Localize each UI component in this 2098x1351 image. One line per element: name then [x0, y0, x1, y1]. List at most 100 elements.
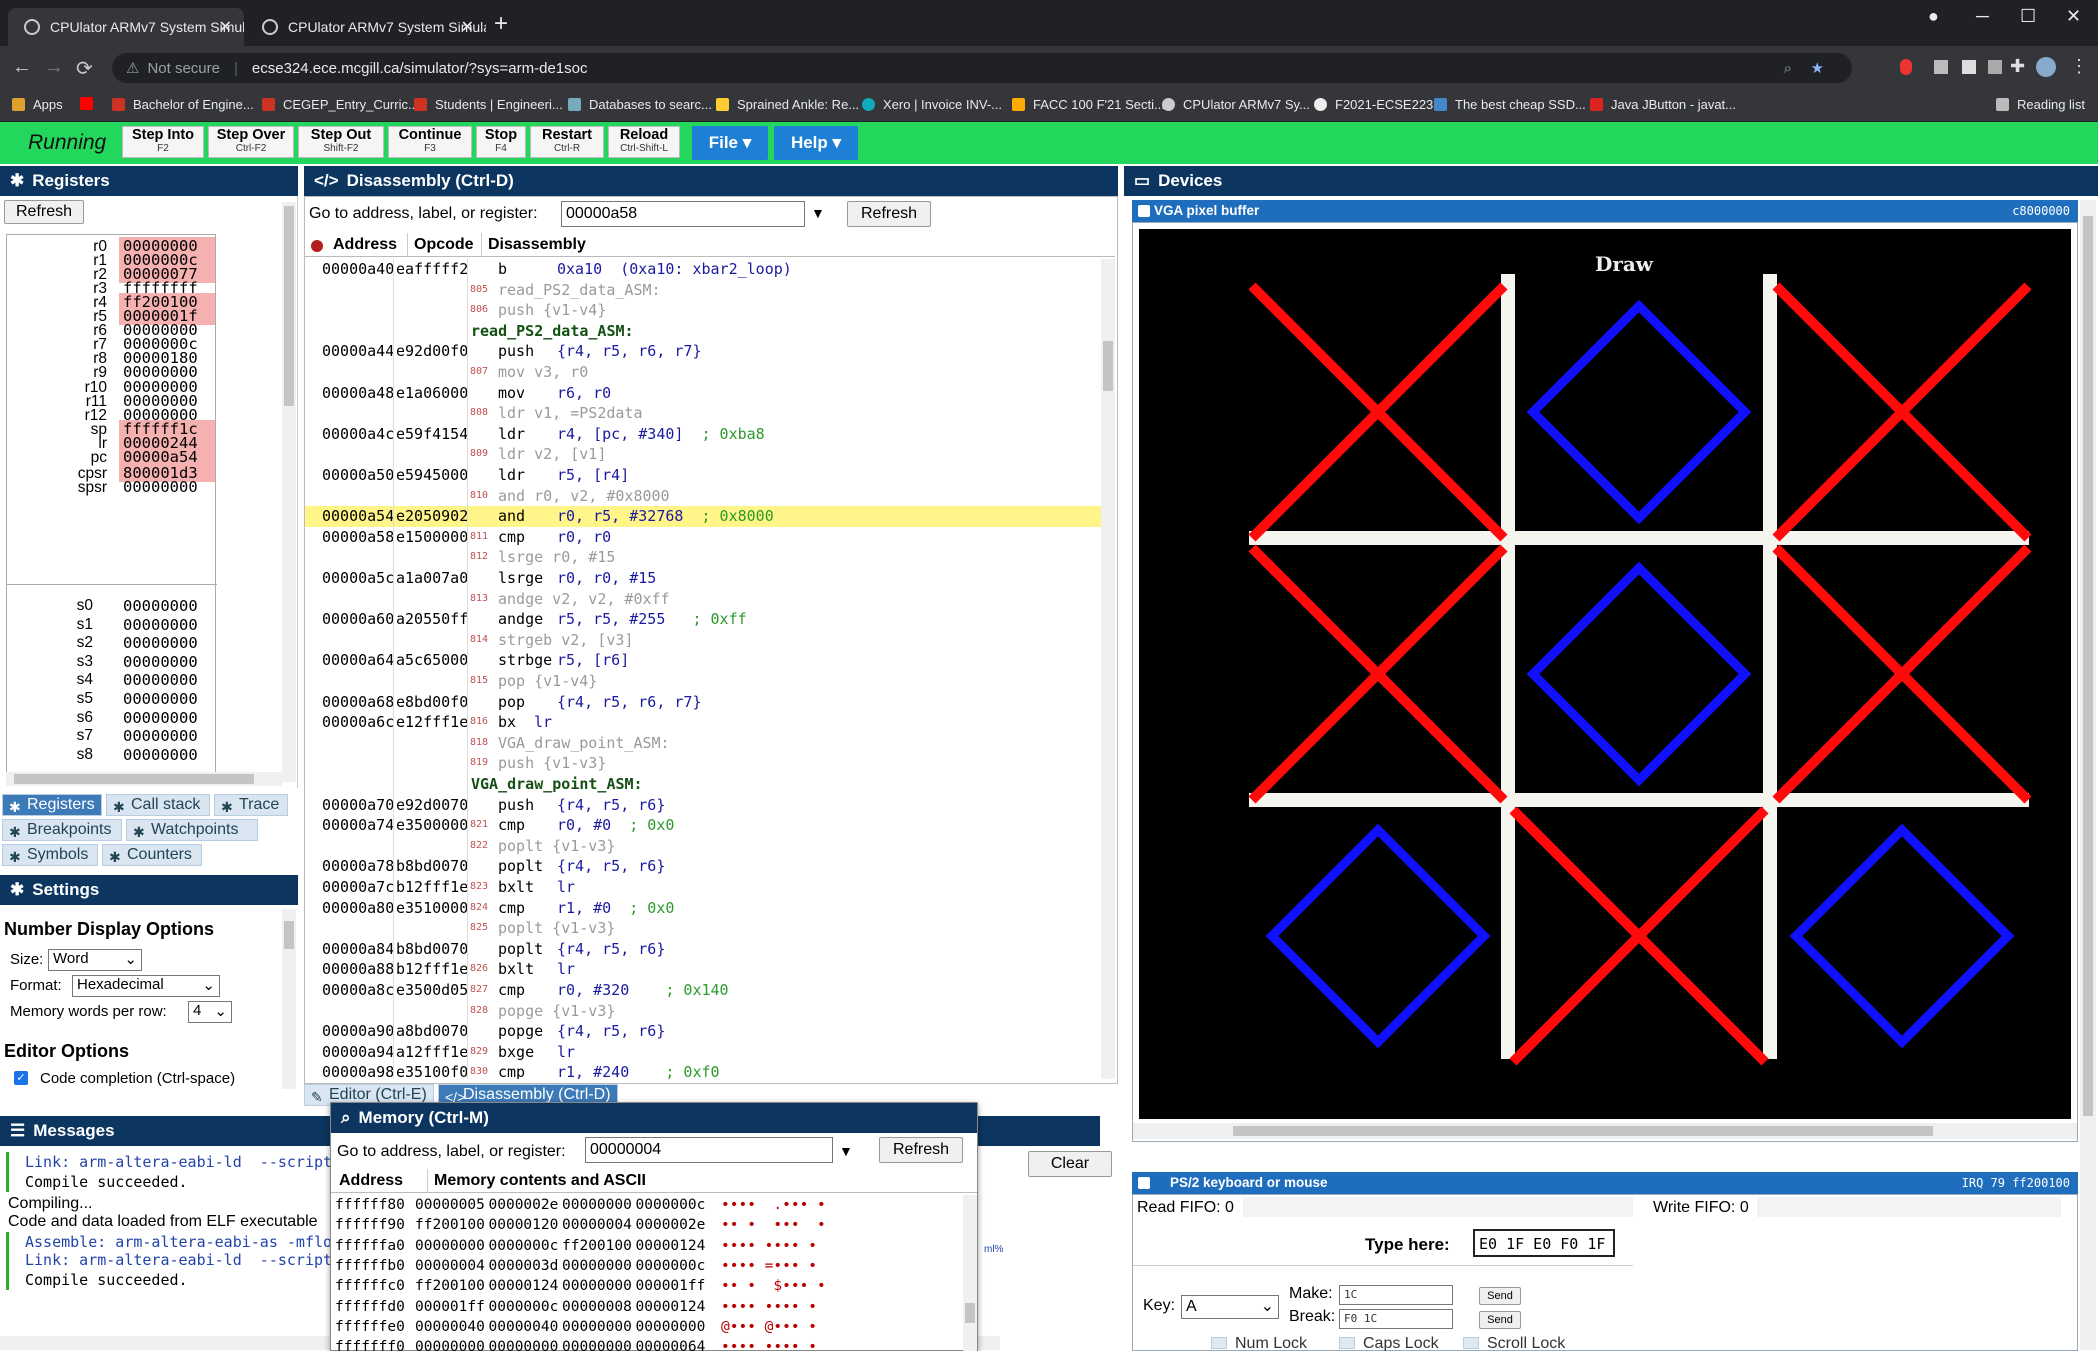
disasm-line[interactable]: 00000a64 a5c65000 strbge r5, [r6]: [305, 650, 1101, 671]
ps2-section-header[interactable]: PS/2 keyboard or mouse IRQ 79 ff200100: [1132, 1172, 2078, 1194]
zoom-icon[interactable]: ⌕: [1784, 60, 1792, 77]
tab-counters[interactable]: ✱ Counters: [102, 844, 202, 866]
close-tab-icon[interactable]: ✕: [219, 17, 232, 37]
memory-word[interactable]: 00000000: [562, 1317, 632, 1337]
memory-word[interactable]: 00000000: [562, 1337, 632, 1351]
memory-word[interactable]: 00000000: [562, 1256, 632, 1276]
breakpoint-icon[interactable]: [311, 240, 323, 252]
disasm-line[interactable]: 806 push {v1-v4}: [305, 300, 1101, 321]
bookmark[interactable]: Xero | Invoice INV-...: [862, 97, 1002, 112]
bookmark[interactable]: CEGEP_Entry_Curric...: [262, 97, 419, 112]
bookmark[interactable]: Sprained Ankle: Re...: [716, 97, 859, 112]
vga-section-header[interactable]: VGA pixel buffer c8000000: [1132, 200, 2078, 222]
memory-word[interactable]: 000001ff: [415, 1297, 485, 1317]
bookmark[interactable]: Databases to searc...: [568, 97, 712, 112]
disasm-line[interactable]: 00000a4c e59f4154 ldr r4, [pc, #340] ; 0xba…: [305, 424, 1101, 445]
step-into-button[interactable]: Step Into F2: [122, 126, 204, 158]
memory-word[interactable]: 00000008: [562, 1297, 632, 1317]
disasm-line[interactable]: 00000a6c e12fff1e 816 bx lr: [305, 712, 1101, 733]
memory-word[interactable]: ff200100: [415, 1276, 485, 1296]
disasm-line[interactable]: 00000a84 b8bd0070 poplt {r4, r5, r6}: [305, 939, 1101, 960]
disasm-line[interactable]: 00000a80 e3510000 824 cmp r1, #0 ; 0x0: [305, 898, 1101, 919]
memory-word[interactable]: 0000000c: [489, 1297, 559, 1317]
disasm-line[interactable]: 00000a60 a20550ff andge r5, r5, #255 ; 0xff: [305, 609, 1101, 630]
registers-scrollbar[interactable]: [282, 202, 296, 782]
disasm-refresh-button[interactable]: Refresh: [847, 201, 931, 227]
disasm-line[interactable]: 810 and r0, v2, #0x8000: [305, 486, 1101, 507]
bookmark-apps[interactable]: Apps: [12, 97, 63, 112]
extension-icon[interactable]: [1900, 59, 1912, 75]
register-value[interactable]: 00000000: [119, 478, 215, 496]
memory-refresh-button[interactable]: Refresh: [879, 1137, 963, 1163]
tab-breakpoints[interactable]: ✱ Breakpoints: [2, 819, 122, 841]
register-value[interactable]: 00000000: [119, 671, 215, 689]
back-icon[interactable]: ←: [12, 56, 32, 79]
menu-kebab-icon[interactable]: ⋮: [2070, 56, 2088, 77]
disasm-line[interactable]: 00000a78 b8bd0070 poplt {r4, r5, r6}: [305, 856, 1101, 877]
file-menu-button[interactable]: File ▾: [692, 126, 768, 160]
memory-word[interactable]: 00000005: [415, 1195, 485, 1215]
avatar[interactable]: [2036, 57, 2056, 77]
reload-icon[interactable]: ⟳: [76, 56, 93, 81]
forward-icon[interactable]: →: [44, 56, 64, 79]
break-send-button[interactable]: Send: [1479, 1311, 1521, 1329]
disasm-line[interactable]: VGA_draw_point_ASM:: [305, 774, 1101, 795]
bookmark[interactable]: [80, 97, 101, 110]
chevron-down-icon[interactable]: ▼: [811, 205, 825, 221]
disasm-line[interactable]: 00000a8c e3500d05 827 cmp r0, #320 ; 0x140: [305, 980, 1101, 1001]
disasm-line[interactable]: 00000a40 eafffff2 b 0xa10 (0xa10: xbar2_loo…: [305, 259, 1101, 280]
stop-button[interactable]: Stop F4: [476, 126, 526, 158]
memory-word[interactable]: 00000000: [415, 1337, 485, 1351]
memory-word[interactable]: 0000000c: [636, 1195, 706, 1215]
memory-panel-title[interactable]: ⌕ Memory (Ctrl-M): [331, 1103, 977, 1133]
disasm-scrollbar[interactable]: [1101, 259, 1115, 1079]
register-value[interactable]: 00000000: [119, 727, 215, 745]
bookmark[interactable]: The best cheap SSD...: [1434, 97, 1586, 112]
disasm-line[interactable]: 812 lsrge r0, #15: [305, 547, 1101, 568]
memory-word[interactable]: 00000000: [489, 1337, 559, 1351]
tab-symbols[interactable]: ✱ Symbols: [2, 844, 98, 866]
tab-watchpoints[interactable]: ✱ Watchpoints: [126, 819, 258, 841]
memory-word[interactable]: 00000064: [636, 1337, 706, 1351]
memory-goto-input[interactable]: 00000004: [585, 1137, 833, 1163]
close-tab-icon[interactable]: ✕: [461, 17, 474, 37]
bookmark[interactable]: FACC 100 F'21 Secti...: [1012, 97, 1165, 112]
memory-words-select[interactable]: 4 ⌄: [188, 1001, 232, 1023]
memory-word[interactable]: 00000000: [636, 1317, 706, 1337]
format-select[interactable]: Hexadecimal ⌄: [72, 975, 220, 997]
disasm-line[interactable]: 00000a44 e92d00f0 push {r4, r5, r6, r7}: [305, 341, 1101, 362]
disasm-line[interactable]: 00000a94 a12fff1e 829 bxge lr: [305, 1042, 1101, 1063]
extension-icon[interactable]: [1934, 60, 1948, 74]
disasm-line[interactable]: 815 pop {v1-v4}: [305, 671, 1101, 692]
tab-trace[interactable]: ✱ Trace: [214, 794, 288, 816]
disasm-line[interactable]: 828 popge {v1-v3}: [305, 1001, 1101, 1022]
disasm-line[interactable]: 825 poplt {v1-v3}: [305, 918, 1101, 939]
settings-scrollbar[interactable]: [282, 909, 296, 1089]
tab-registers[interactable]: ✱ Registers: [2, 794, 102, 816]
register-value[interactable]: 00000000: [119, 653, 215, 671]
bookmark[interactable]: Bachelor of Engine...: [112, 97, 254, 112]
disasm-line[interactable]: 818 VGA_draw_point_ASM:: [305, 733, 1101, 754]
bookmark-star-icon[interactable]: ★: [1811, 59, 1824, 77]
memory-word[interactable]: 0000003d: [489, 1256, 559, 1276]
memory-word[interactable]: 000001ff: [636, 1276, 706, 1296]
disasm-line[interactable]: 00000a7c b12fff1e 823 bxlt lr: [305, 877, 1101, 898]
memory-word[interactable]: 00000120: [489, 1215, 559, 1235]
memory-word[interactable]: 0000002e: [636, 1215, 706, 1235]
disasm-line[interactable]: 00000a70 e92d0070 push {r4, r5, r6}: [305, 795, 1101, 816]
registers-hscrollbar[interactable]: [6, 772, 282, 786]
memory-scrollbar[interactable]: [963, 1195, 977, 1351]
collapse-icon[interactable]: [1138, 1177, 1150, 1189]
disasm-line[interactable]: read_PS2_data_ASM:: [305, 321, 1101, 342]
register-value[interactable]: 00000000: [119, 690, 215, 708]
register-value[interactable]: 00000000: [119, 709, 215, 727]
restart-button[interactable]: Restart Ctrl-R: [530, 126, 604, 158]
memory-word[interactable]: 00000040: [489, 1317, 559, 1337]
new-tab-button[interactable]: +: [494, 10, 508, 38]
help-menu-button[interactable]: Help ▾: [774, 126, 858, 160]
make-send-button[interactable]: Send: [1479, 1287, 1521, 1305]
disasm-line[interactable]: 808 ldr v1, =PS2data: [305, 403, 1101, 424]
extensions-puzzle-icon[interactable]: ✚: [2010, 56, 2025, 77]
tab-call-stack[interactable]: ✱ Call stack: [106, 794, 210, 816]
memory-word[interactable]: ff200100: [562, 1236, 632, 1256]
